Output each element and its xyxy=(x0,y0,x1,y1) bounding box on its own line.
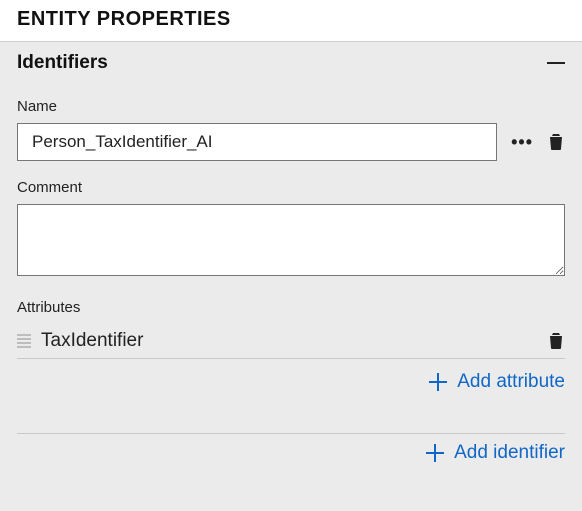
section-divider xyxy=(17,433,565,434)
comment-label: Comment xyxy=(17,179,565,196)
collapse-icon xyxy=(547,62,565,64)
add-attribute-label: Add attribute xyxy=(457,371,565,393)
add-identifier-label: Add identifier xyxy=(454,442,565,464)
add-attribute-button[interactable]: Add attribute xyxy=(429,371,565,393)
panel-header: ENTITY PROPERTIES xyxy=(0,0,582,42)
attribute-name: TaxIdentifier xyxy=(41,330,547,352)
plus-icon xyxy=(429,373,447,391)
add-attribute-row: Add attribute xyxy=(17,359,565,433)
name-row: ••• xyxy=(17,123,565,161)
trash-icon xyxy=(549,134,563,150)
identifiers-section-header[interactable]: Identifiers xyxy=(0,42,582,82)
attributes-label: Attributes xyxy=(17,299,565,316)
add-identifier-button[interactable]: Add identifier xyxy=(426,442,565,464)
identifiers-section-body: Name ••• Comment Attributes TaxIdentifie… xyxy=(0,82,582,434)
delete-identifier-button[interactable] xyxy=(547,132,565,152)
name-input[interactable] xyxy=(17,123,497,161)
comment-input[interactable] xyxy=(17,204,565,276)
more-options-icon[interactable]: ••• xyxy=(507,132,537,153)
add-identifier-row: Add identifier xyxy=(0,442,582,476)
delete-attribute-button[interactable] xyxy=(547,331,565,351)
attribute-row: TaxIdentifier xyxy=(17,324,565,359)
trash-icon xyxy=(549,333,563,349)
plus-icon xyxy=(426,444,444,462)
page-title: ENTITY PROPERTIES xyxy=(17,8,565,31)
identifiers-section-title: Identifiers xyxy=(17,52,108,74)
name-label: Name xyxy=(17,98,565,115)
drag-handle-icon[interactable] xyxy=(17,332,31,350)
